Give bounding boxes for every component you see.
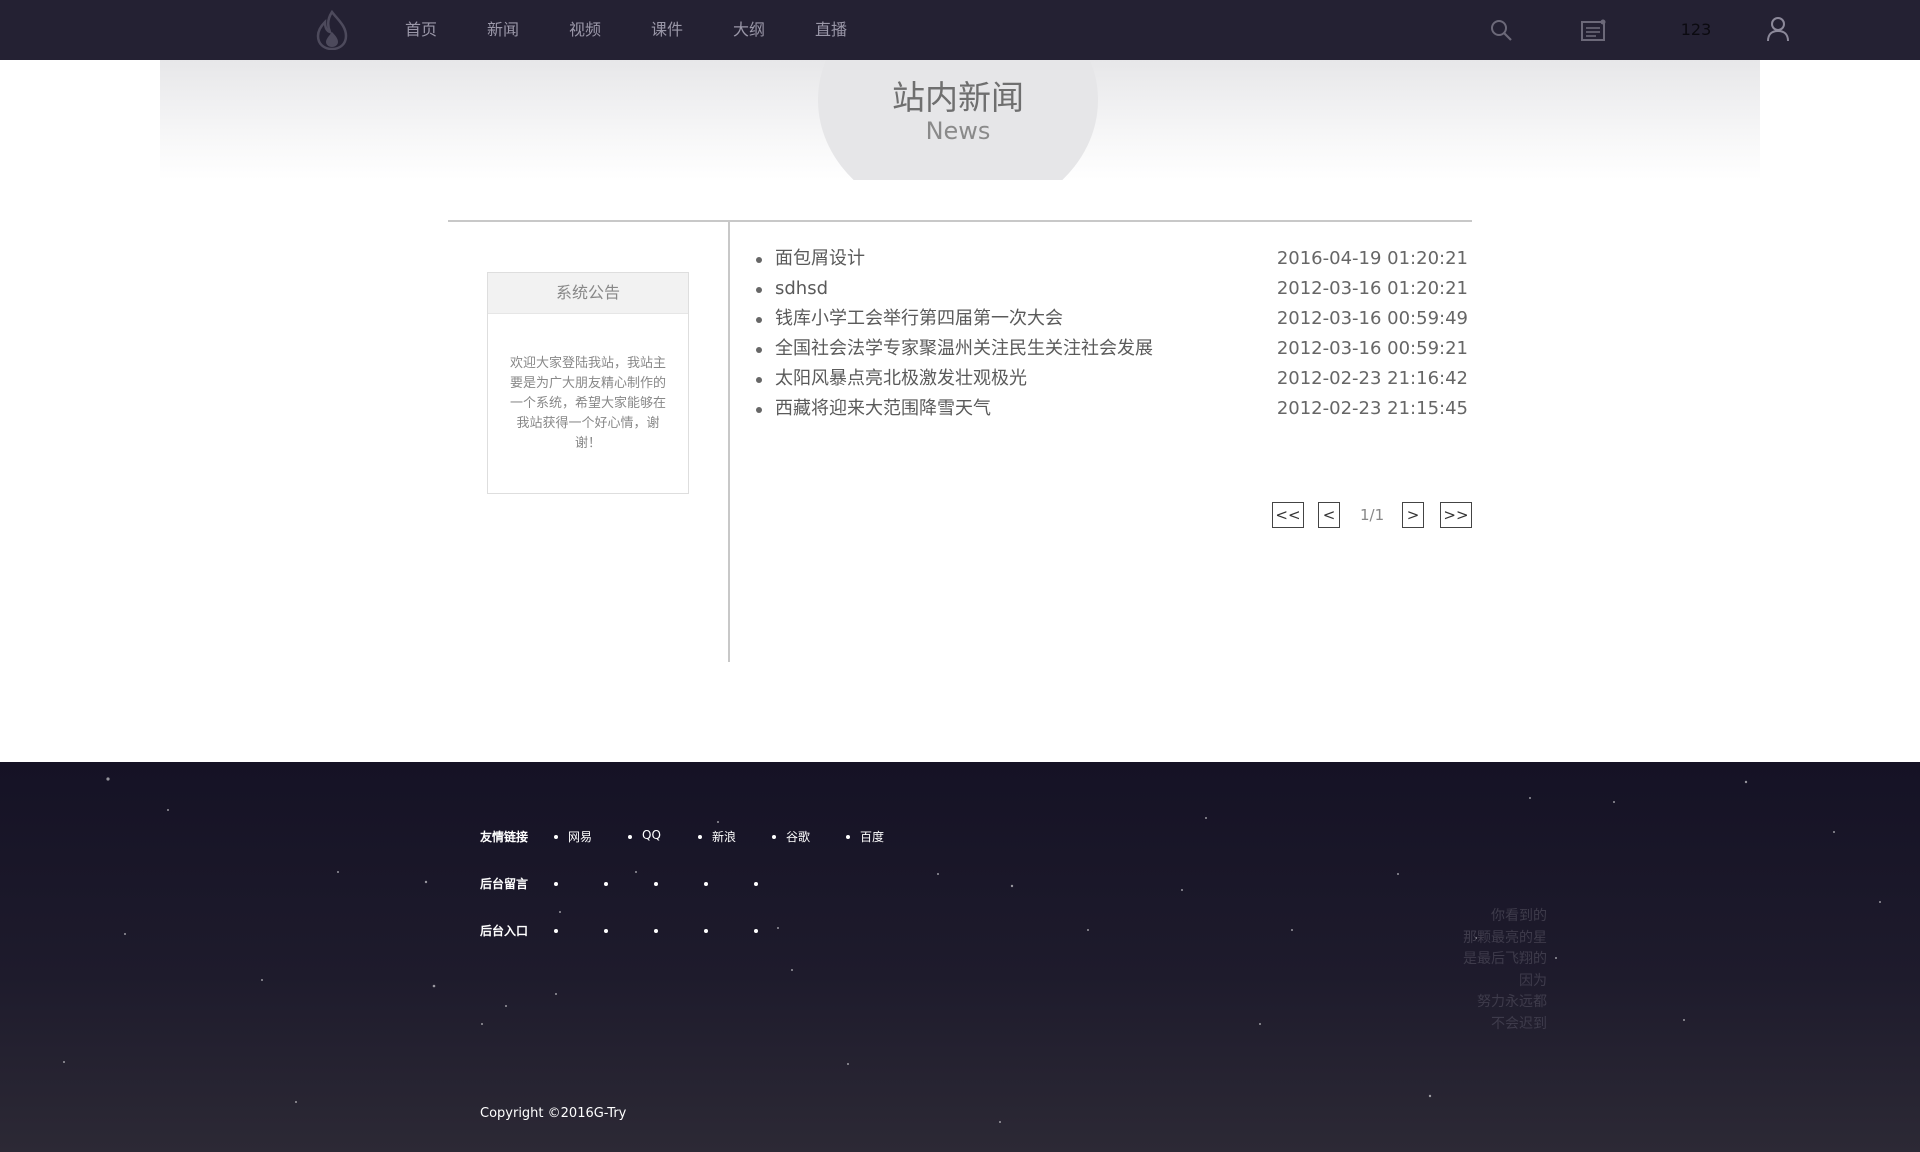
- message-icon[interactable]: [1581, 18, 1607, 42]
- nav-item-live[interactable]: 直播: [790, 0, 872, 60]
- bullet-icon: [756, 287, 762, 293]
- news-list-item: 西藏将迎来大范围降雪天气 2012-02-23 21:15:45: [756, 394, 1470, 424]
- news-date: 2016-04-19 01:20:21: [1276, 248, 1468, 269]
- bullet-icon: [754, 882, 758, 886]
- bullet-icon: [756, 377, 762, 383]
- poem-line: 不会迟到: [1491, 1015, 1547, 1032]
- friend-link-netease[interactable]: 网易: [553, 828, 592, 845]
- nav-item-home[interactable]: 首页: [380, 0, 462, 60]
- page-subtitle: News: [925, 117, 991, 145]
- news-date: 2012-02-23 21:16:42: [1276, 368, 1468, 389]
- footer: 友情链接 网易 QQ 新浪 谷歌 百度 后台留言 后台入口 你看到的 那颗最亮的…: [0, 762, 1920, 1152]
- news-date: 2012-03-16 00:59:49: [1276, 308, 1468, 329]
- prev-page-button[interactable]: <: [1318, 502, 1340, 528]
- news-date: 2012-02-23 21:15:45: [1276, 398, 1468, 419]
- bullet-icon: [554, 929, 558, 933]
- content-vertical-divider: [728, 221, 730, 662]
- news-title-link[interactable]: sdhsd: [775, 274, 828, 304]
- news-list: 面包屑设计 2016-04-19 01:20:21 sdhsd 2012-03-…: [756, 244, 1470, 424]
- bullet-icon: [704, 882, 708, 886]
- flame-logo-icon[interactable]: [314, 10, 350, 50]
- footer-poem: 你看到的 那颗最亮的星 是最后飞翔的 因为 努力永远都 不会迟到: [1463, 906, 1547, 1035]
- nav-item-courseware[interactable]: 课件: [626, 0, 708, 60]
- bullet-icon: [604, 929, 608, 933]
- news-title-link[interactable]: 面包屑设计: [775, 244, 865, 274]
- first-page-button[interactable]: <<: [1272, 502, 1304, 528]
- news-list-item: 全国社会法学专家聚温州关注民生关注社会发展 2012-03-16 00:59:2…: [756, 334, 1470, 364]
- bullet-icon: [756, 317, 762, 323]
- main-nav: 首页 新闻 视频 课件 大纲 直播: [380, 0, 872, 60]
- bullet-icon: [756, 347, 762, 353]
- starfield-background: [63, 777, 1881, 1123]
- content-top-divider: [448, 220, 1472, 222]
- bullet-icon: [756, 407, 762, 413]
- bullet-icon: [554, 882, 558, 886]
- news-list-item: 面包屑设计 2016-04-19 01:20:21: [756, 244, 1470, 274]
- bullet-icon: [604, 882, 608, 886]
- friend-link-qq[interactable]: QQ: [628, 828, 661, 842]
- search-icon[interactable]: [1489, 18, 1513, 42]
- bullet-icon: [654, 882, 658, 886]
- user-icon[interactable]: [1766, 16, 1790, 42]
- friend-link-sina[interactable]: 新浪: [697, 828, 736, 845]
- friend-link-baidu[interactable]: 百度: [845, 828, 884, 845]
- top-navigation-bar: 首页 新闻 视频 课件 大纲 直播 123: [0, 0, 1920, 60]
- bullet-icon: [654, 929, 658, 933]
- page-info: 1/1: [1360, 506, 1385, 524]
- username-label[interactable]: 123: [1672, 0, 1720, 60]
- admin-entry-label[interactable]: 后台入口: [480, 922, 528, 939]
- guestbook-label[interactable]: 后台留言: [480, 875, 528, 892]
- page-title: 站内新闻: [892, 78, 1024, 117]
- nav-item-video[interactable]: 视频: [544, 0, 626, 60]
- news-list-item: 太阳风暴点亮北极激发壮观极光 2012-02-23 21:16:42: [756, 364, 1470, 394]
- poem-line: 因为: [1519, 972, 1547, 989]
- notice-title: 系统公告: [488, 273, 688, 314]
- nav-item-news[interactable]: 新闻: [462, 0, 544, 60]
- pagination: << < 1/1 > >>: [0, 502, 1920, 528]
- news-title-link[interactable]: 太阳风暴点亮北极激发壮观极光: [775, 364, 1027, 394]
- news-title-link[interactable]: 西藏将迎来大范围降雪天气: [775, 394, 991, 424]
- poem-line: 那颗最亮的星: [1463, 929, 1547, 946]
- news-list-item: 钱库小学工会举行第四届第一次大会 2012-03-16 00:59:49: [756, 304, 1470, 334]
- system-notice-panel: 系统公告 欢迎大家登陆我站，我站主要是为广大朋友精心制作的一个系统，希望大家能够…: [487, 272, 689, 494]
- news-title-link[interactable]: 全国社会法学专家聚温州关注民生关注社会发展: [775, 334, 1153, 364]
- news-list-item: sdhsd 2012-03-16 01:20:21: [756, 274, 1470, 304]
- news-title-link[interactable]: 钱库小学工会举行第四届第一次大会: [775, 304, 1063, 334]
- nav-item-syllabus[interactable]: 大纲: [708, 0, 790, 60]
- poem-line: 你看到的: [1491, 908, 1547, 924]
- admin-entry-row: 后台入口: [480, 922, 980, 942]
- bullet-icon: [754, 929, 758, 933]
- friend-link-google[interactable]: 谷歌: [771, 828, 810, 845]
- poem-line: 是最后飞翔的: [1463, 951, 1547, 967]
- bullet-icon: [756, 257, 762, 263]
- guestbook-row: 后台留言: [480, 875, 980, 895]
- next-page-button[interactable]: >: [1402, 502, 1424, 528]
- poem-line: 努力永远都: [1477, 994, 1547, 1010]
- news-date: 2012-03-16 01:20:21: [1276, 278, 1468, 299]
- last-page-button[interactable]: >>: [1440, 502, 1472, 528]
- copyright-text: Copyright ©2016G-Try: [480, 1106, 627, 1121]
- bullet-icon: [704, 929, 708, 933]
- friend-links-row: 友情链接 网易 QQ 新浪 谷歌 百度: [480, 828, 980, 848]
- news-date: 2012-03-16 00:59:21: [1276, 338, 1468, 359]
- notice-body: 欢迎大家登陆我站，我站主要是为广大朋友精心制作的一个系统，希望大家能够在我站获得…: [509, 356, 666, 451]
- friend-links-label: 友情链接: [480, 830, 529, 844]
